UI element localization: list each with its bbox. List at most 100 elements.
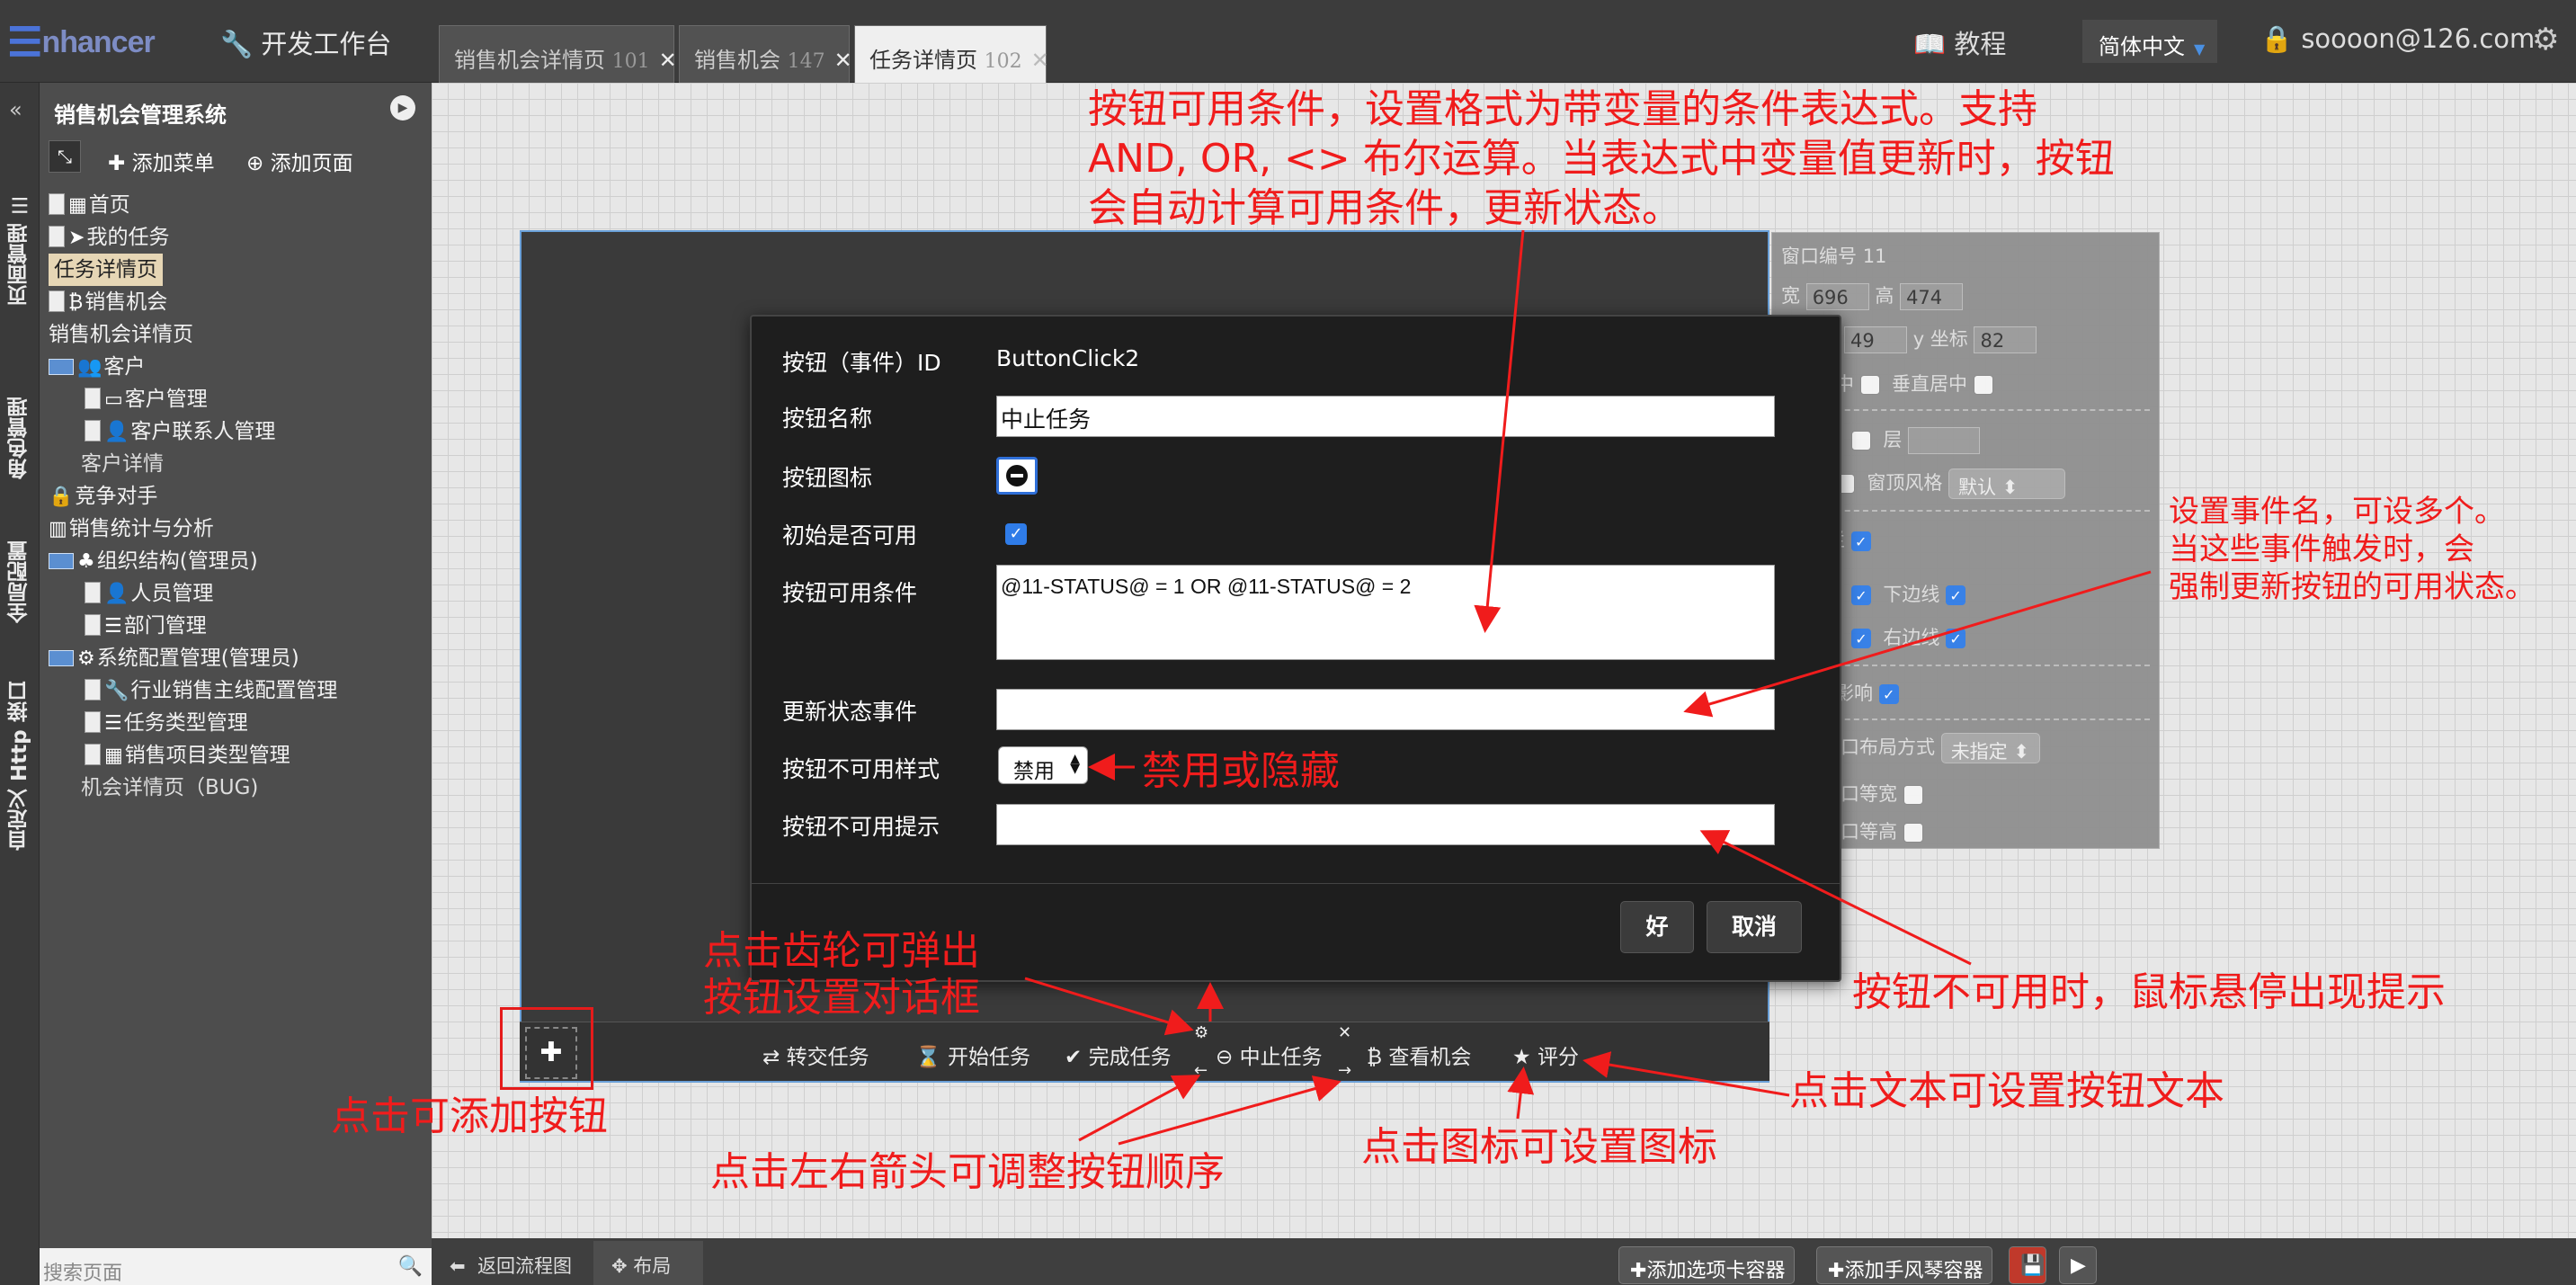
hourglass-icon[interactable]: ⌛ [915, 1046, 941, 1069]
toolbar-button-start[interactable]: ⌛ 开始任务 [915, 1040, 1030, 1070]
minus-circle-icon[interactable]: ⊖ [1216, 1046, 1233, 1069]
compress-icon[interactable]: ⤡ [49, 140, 81, 173]
tab-opportunity[interactable]: 销售机会 147 ✕ [679, 25, 852, 83]
close-icon[interactable]: ✕ [1031, 48, 1049, 73]
tree-item[interactable]: 👤人员管理 [85, 577, 213, 610]
influence-checkbox[interactable]: ✓ [1878, 684, 1899, 704]
settings-gear-icon[interactable]: ⚙ [2532, 22, 2559, 58]
layer-checkbox[interactable] [1851, 431, 1871, 451]
button-icon-picker[interactable] [996, 457, 1038, 495]
bottom-border-checkbox[interactable]: ✓ [1946, 585, 1966, 605]
collapse-icon[interactable]: « [9, 97, 22, 122]
close-icon[interactable]: ✕ [659, 48, 677, 73]
cancel-button[interactable]: 取消 [1707, 901, 1802, 953]
toolbar-button-complete[interactable]: ✔ 完成任务 [1065, 1040, 1172, 1070]
tree-item[interactable]: ₿销售机会 [49, 286, 167, 318]
tree-item[interactable]: 🔒竞争对手 [49, 480, 157, 513]
add-menu-button[interactable]: ✚ 添加菜单 [108, 146, 215, 176]
width-input[interactable]: 696 [1805, 283, 1869, 310]
bar-chart-icon: ▥ [49, 518, 67, 540]
move-right-icon[interactable]: → [1338, 1061, 1351, 1080]
right-border-checkbox[interactable]: ✓ [1946, 629, 1966, 648]
tree-item[interactable]: ▭客户管理 [85, 383, 208, 415]
vtab-page-management[interactable]: 页面管理 ☰ [0, 155, 40, 344]
caret-down-icon: ▼ [2194, 40, 2206, 58]
toolbar-button-view[interactable]: ₿ 查看机会 [1367, 1040, 1471, 1070]
play-icon[interactable]: ▶ [2059, 1246, 2097, 1284]
disabled-style-select[interactable]: 禁用 ▲ ▼ [998, 746, 1088, 784]
ok-button[interactable]: 好 [1620, 901, 1694, 953]
close-icon[interactable]: ✕ [834, 48, 852, 73]
bar-checkbox[interactable]: ✓ [1850, 531, 1871, 551]
annotation-text: 点击文本可设置按钮文本 [1789, 1068, 2224, 1114]
page-search-input[interactable]: 搜索页面 🔍 [40, 1248, 432, 1285]
vcenter-checkbox[interactable] [1973, 375, 1993, 395]
tree-item[interactable]: 🔧行业销售主线配置管理 [85, 674, 337, 707]
condition-textarea[interactable]: @11-STATUS@ = 1 OR @11-STATUS@ = 2 [996, 565, 1775, 660]
remove-icon[interactable]: ✕ [1338, 1023, 1351, 1042]
tree-folder[interactable]: ⚙系统配置管理(管理员) [49, 642, 299, 674]
bottom-bar [432, 1238, 2576, 1285]
tab-task-detail[interactable]: 任务详情页 102 ✕ [854, 25, 1049, 83]
tree-item[interactable]: ➤我的任务 [49, 221, 169, 254]
save-icon[interactable]: 💾 [2009, 1246, 2046, 1284]
page-icon [85, 679, 101, 701]
add-page-button[interactable]: ⊕ 添加页面 [246, 146, 353, 176]
layout-select[interactable]: 未指定 ⬍ [1940, 733, 2040, 763]
equal-height-checkbox[interactable] [1903, 823, 1923, 843]
disabled-hint-input[interactable] [996, 804, 1775, 845]
layout-tab-label[interactable]: ✥ 布局 [611, 1252, 671, 1279]
play-icon[interactable]: ▶ [390, 95, 415, 120]
height-input[interactable]: 474 [1900, 283, 1964, 310]
tree-folder[interactable]: 👥客户 [49, 351, 145, 383]
exchange-icon[interactable]: ⇄ [762, 1046, 780, 1069]
toolbar-button-abort[interactable]: ⊖ 中止任务 [1216, 1040, 1323, 1070]
checkbox[interactable]: ✓ [1851, 585, 1871, 605]
x-input[interactable]: 49 [1844, 326, 1907, 353]
equal-width-checkbox[interactable] [1903, 785, 1923, 805]
tree-item[interactable]: ▦首页 [49, 189, 130, 221]
hcenter-checkbox[interactable] [1859, 375, 1880, 395]
tree-item[interactable]: 销售机会详情页 [49, 318, 193, 351]
initial-enabled-checkbox[interactable]: ✓ [1005, 523, 1027, 545]
add-accordion-button[interactable]: ✚添加手风琴容器 [1816, 1246, 1993, 1284]
star-icon[interactable]: ★ [1512, 1046, 1531, 1069]
book-icon: 📖 [1913, 29, 1947, 59]
tree-item[interactable]: 客户详情 [81, 448, 164, 480]
tree-item[interactable]: 👤客户联系人管理 [85, 415, 275, 448]
bitcoin-icon[interactable]: ₿ [1367, 1046, 1382, 1069]
add-button[interactable]: ✚ [525, 1027, 577, 1079]
dev-workbench-title[interactable]: 🔧 开发工作台 [220, 23, 391, 61]
tree-item[interactable]: 机会详情页（BUG) [81, 772, 258, 804]
language-select[interactable]: 简体中文 ▼ [2082, 20, 2217, 63]
tree-item[interactable]: ☰部门管理 [85, 610, 207, 642]
tree-item-selected[interactable]: 任务详情页 [49, 254, 163, 286]
gear-icon[interactable]: ⚙ [1194, 1023, 1208, 1042]
checkbox[interactable]: ✓ [1851, 629, 1871, 648]
tree-item[interactable]: ▥销售统计与分析 [49, 513, 214, 545]
vtab-custom-http[interactable]: 自定义 Http 接口 [0, 658, 40, 874]
layer-input[interactable] [1908, 427, 1981, 454]
page-icon [49, 226, 65, 247]
update-event-input[interactable] [996, 689, 1775, 730]
toolbar-button-rate[interactable]: ★ 评分 [1512, 1040, 1579, 1070]
button-name-input[interactable]: 中止任务 [996, 396, 1775, 437]
tab-opportunity-detail[interactable]: 销售机会详情页 101 ✕ [439, 25, 677, 83]
tree-folder[interactable]: ♣组织结构(管理员) [49, 545, 258, 577]
tutorial-link[interactable]: 📖 教程 [1913, 23, 2006, 61]
title-style-select[interactable]: 默认 ⬍ [1948, 468, 2066, 499]
user-account[interactable]: 🔒 soooon@126.com [2260, 23, 2535, 55]
wrench-icon: 🔧 [104, 680, 129, 702]
vtab-global-config[interactable]: 全局配置 [0, 514, 40, 649]
add-tab-container-button[interactable]: ✚添加选项卡容器 [1618, 1246, 1796, 1284]
tree-item[interactable]: ☰任务类型管理 [85, 707, 248, 739]
check-icon[interactable]: ✔ [1065, 1046, 1082, 1069]
move-left-icon[interactable]: ← [1194, 1061, 1208, 1080]
toolbar-button-transfer[interactable]: ⇄ 转交任务 [762, 1040, 869, 1070]
vtab-role-management[interactable]: 角色管理 [0, 370, 40, 505]
tree-item[interactable]: ▦销售项目类型管理 [85, 739, 290, 772]
back-to-flow-button[interactable]: ⬅ 返回流程图 [450, 1252, 572, 1279]
y-input[interactable]: 82 [1974, 326, 2037, 353]
annotation-icon: 点击图标可设置图标 [1361, 1124, 1717, 1170]
logo[interactable]: ☰nhancer [7, 20, 156, 66]
